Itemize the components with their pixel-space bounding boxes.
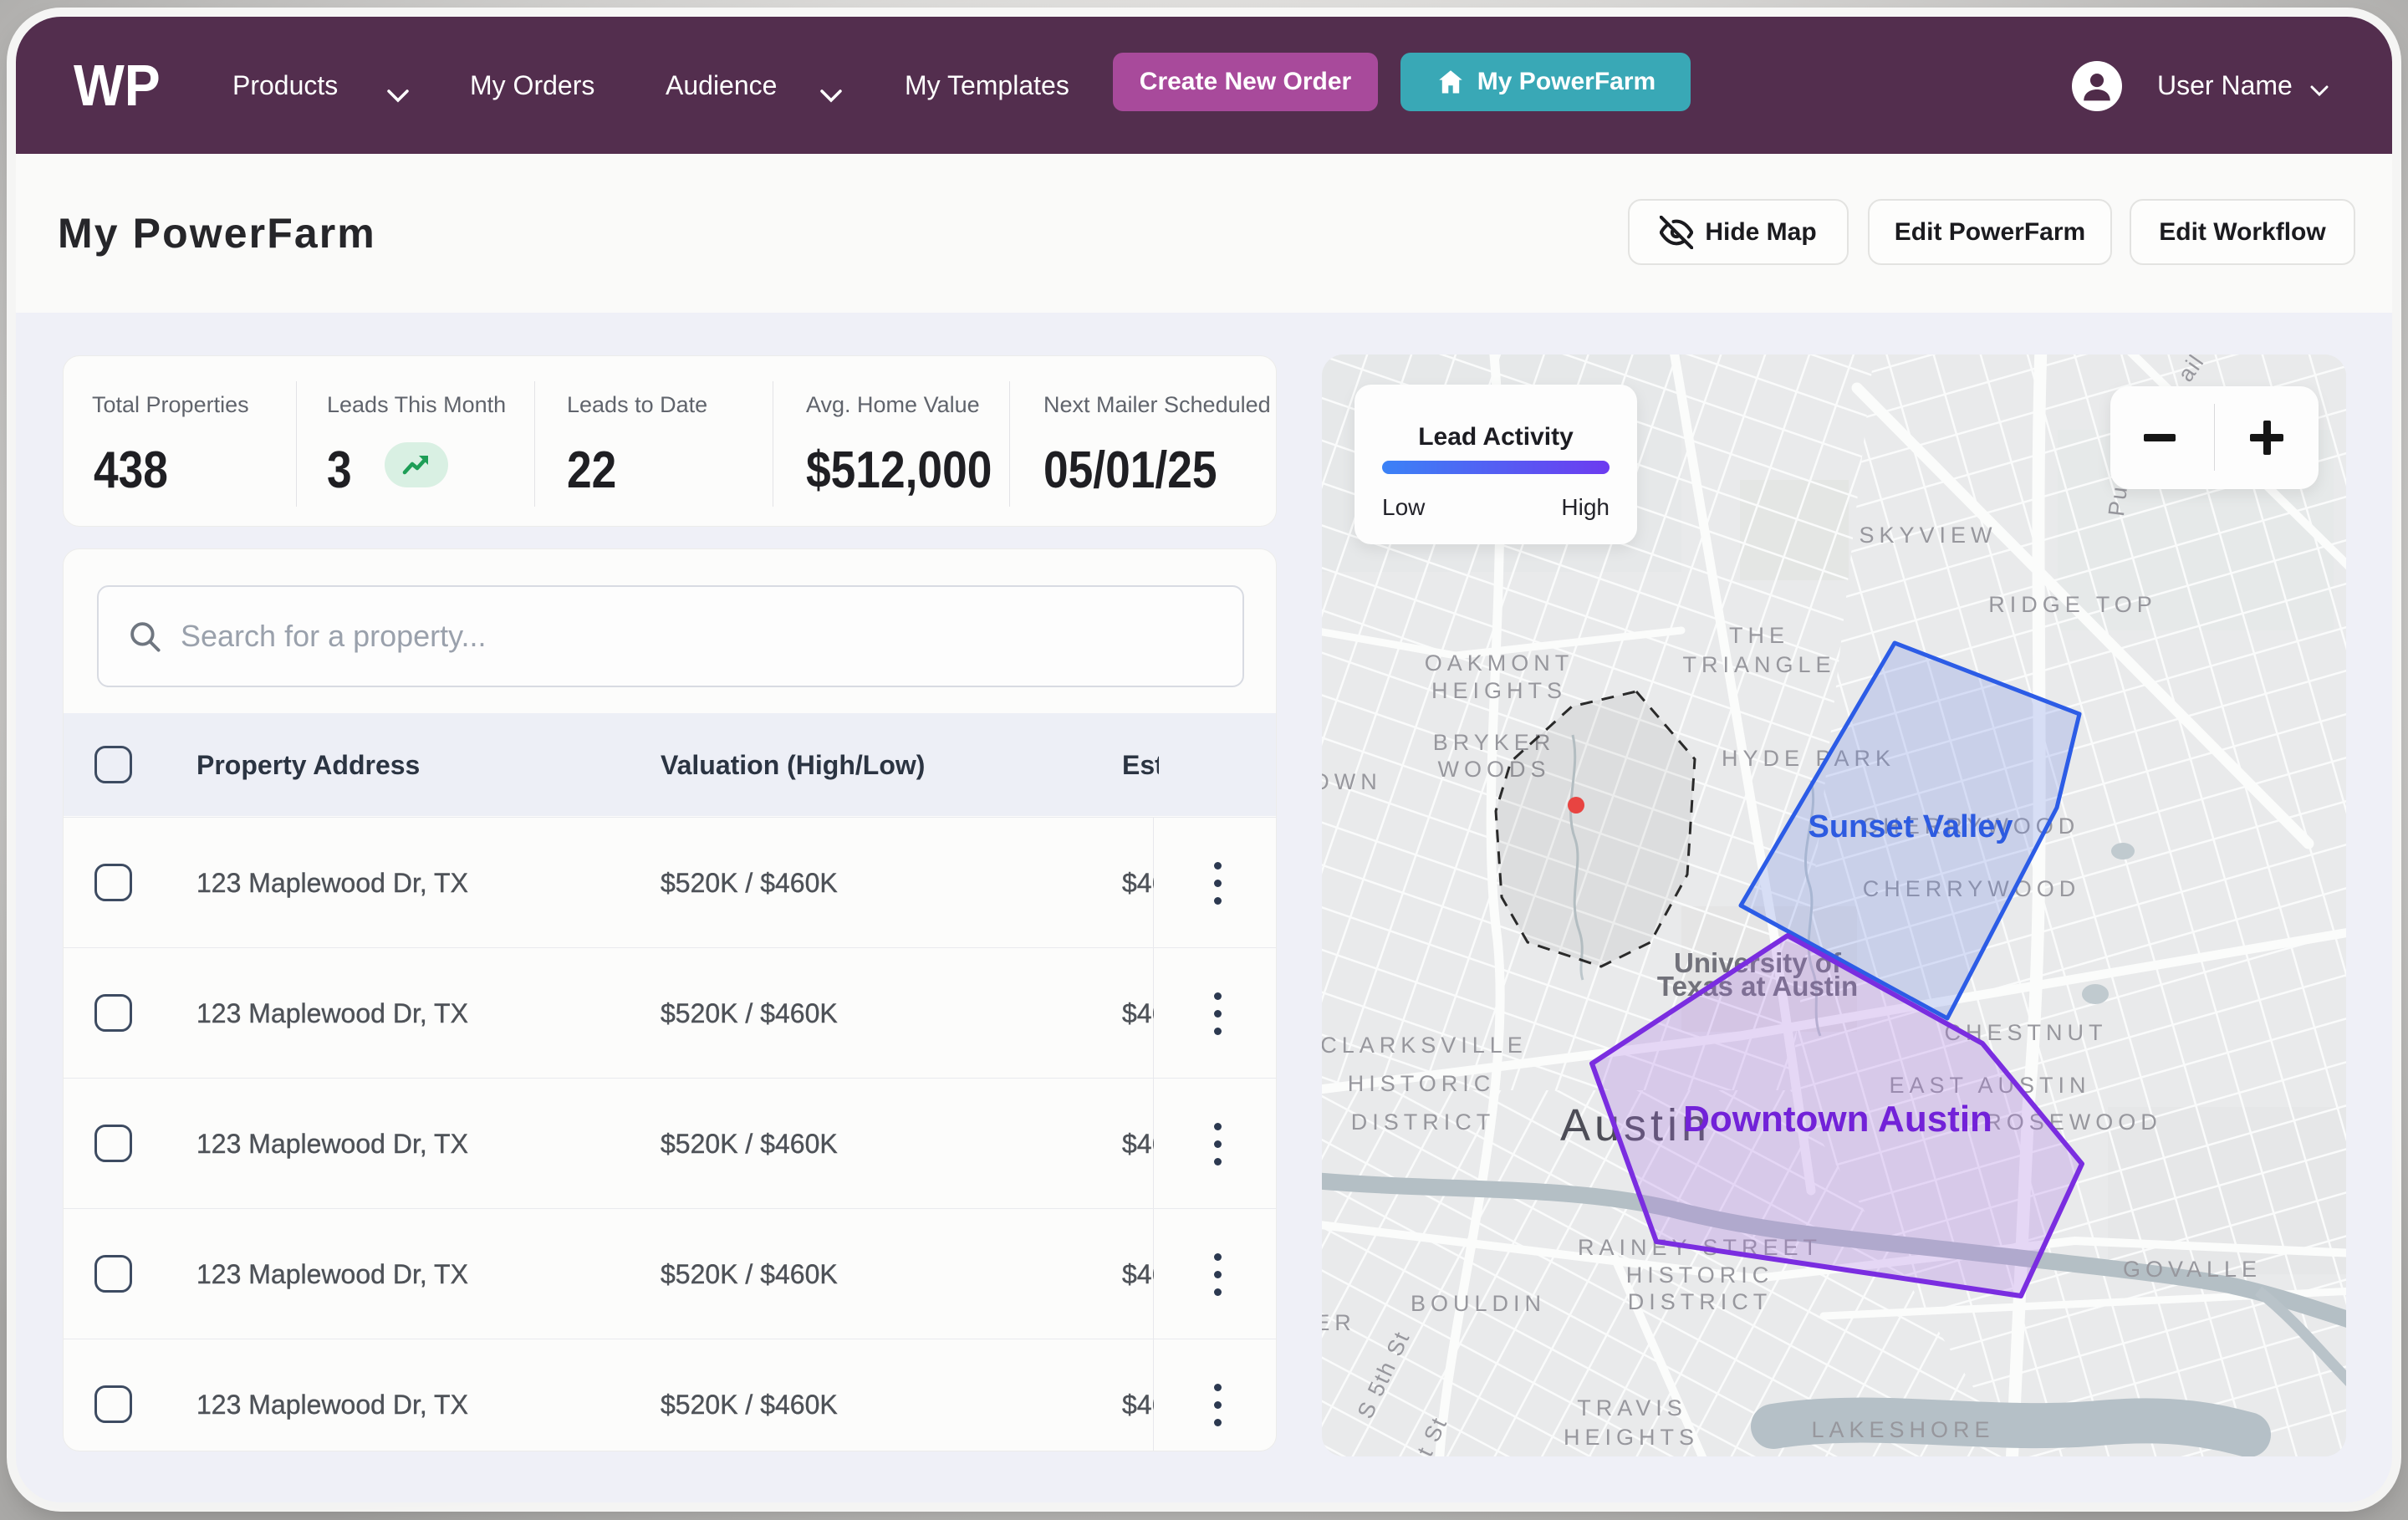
- svg-text:RIDGE TOP: RIDGE TOP: [1988, 592, 2157, 617]
- svg-text:Sunset Valley: Sunset Valley: [1808, 809, 2013, 844]
- svg-text:HEIGHTS: HEIGHTS: [1564, 1425, 1699, 1450]
- svg-text:DISTRICT: DISTRICT: [1351, 1109, 1496, 1135]
- svg-text:HISTORIC: HISTORIC: [1626, 1262, 1774, 1288]
- svg-text:LAKESHORE: LAKESHORE: [1811, 1417, 1994, 1442]
- svg-text:THE: THE: [1729, 623, 1789, 648]
- svg-text:DOWNTOWN: DOWNTOWN: [1322, 769, 1382, 794]
- svg-text:HEIGHTS: HEIGHTS: [1431, 678, 1567, 703]
- svg-text:CLARKSVILLE: CLARKSVILLE: [1322, 1033, 1528, 1058]
- svg-text:OAKMONT: OAKMONT: [1425, 650, 1574, 676]
- svg-text:BOULDIN: BOULDIN: [1411, 1291, 1546, 1316]
- svg-text:GOVALLE: GOVALLE: [2123, 1257, 2262, 1282]
- svg-text:DISTRICT: DISTRICT: [1628, 1289, 1773, 1314]
- svg-text:TRIANGLE: TRIANGLE: [1682, 652, 1835, 677]
- svg-text:ER: ER: [1322, 1310, 1356, 1335]
- svg-text:TRAVIS: TRAVIS: [1577, 1395, 1687, 1421]
- svg-text:Downtown Austin: Downtown Austin: [1683, 1099, 1992, 1140]
- svg-text:SKYVIEW: SKYVIEW: [1859, 523, 1997, 548]
- svg-text:HISTORIC: HISTORIC: [1348, 1071, 1496, 1096]
